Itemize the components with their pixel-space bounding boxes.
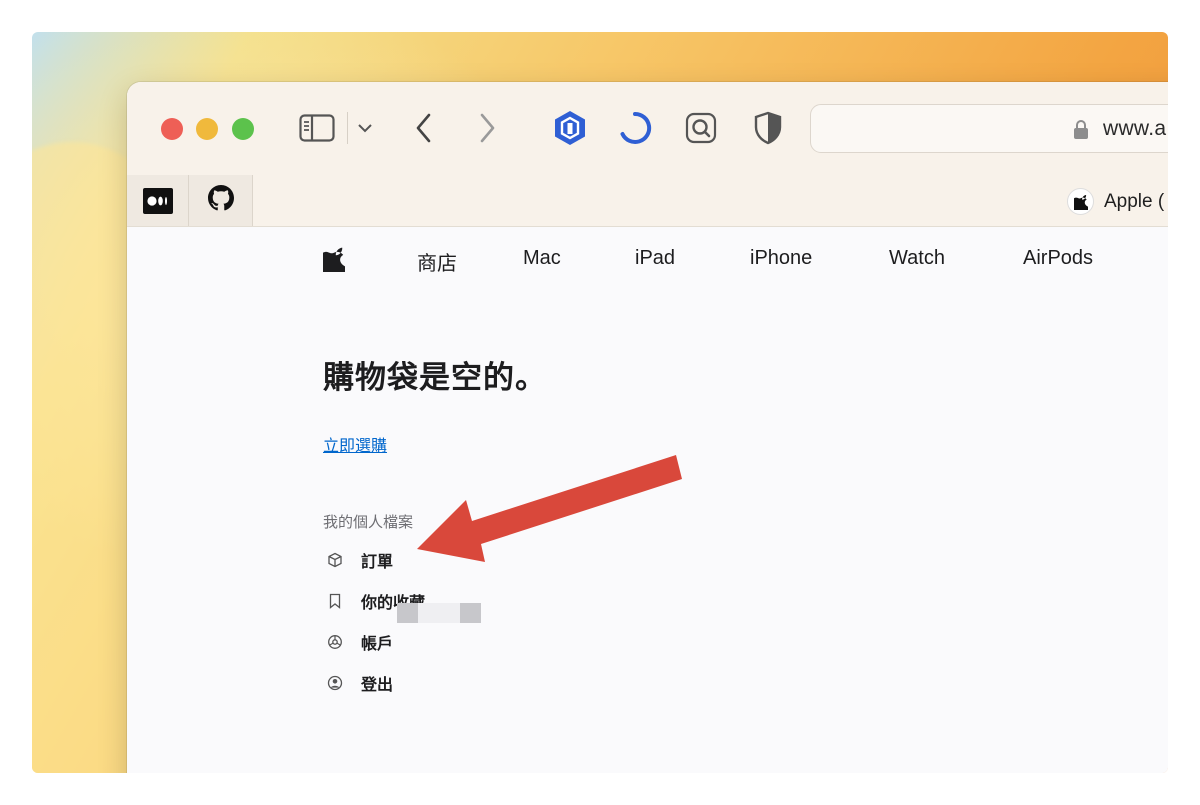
annotation-arrow	[417, 455, 682, 562]
